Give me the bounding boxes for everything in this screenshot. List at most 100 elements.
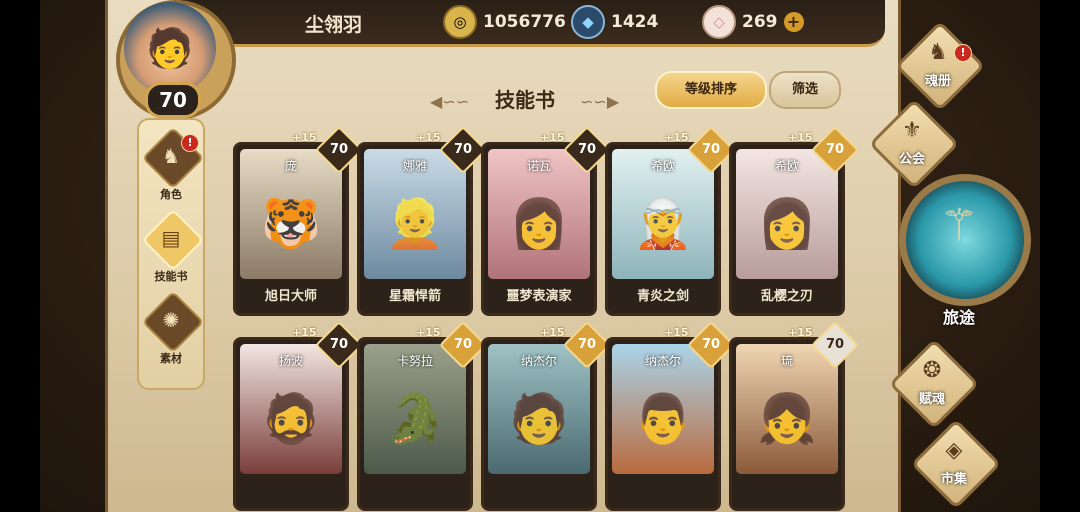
menu-diamond [894,20,986,112]
left-letterbox [0,0,40,512]
card-art: 诺瓦 👩 [488,149,590,279]
crystal-resource: ◆ 1424 [571,5,659,39]
fusion-label: 赋魂 [918,392,945,407]
fusion-button[interactable]: ❂ 赋魂 [888,338,980,430]
enhance-level: +15 [664,131,689,144]
claw-icon: ✺ [162,308,180,332]
card-level: 70 [329,337,349,352]
card-art: 希欧 🧝 [612,149,714,279]
enhance-level: +15 [788,131,813,144]
girl-portrait-icon: 👧 [757,391,817,447]
redhair-portrait-icon: 👨 [633,391,693,447]
guild-emblem-icon: ⚜ [902,118,922,143]
enhance-level: +15 [416,326,441,339]
enhance-level: +15 [664,326,689,339]
swordsman-portrait-icon: 🧝 [633,196,693,252]
journey-button[interactable]: ⚚ 旅途 [895,170,1031,327]
soul-book-button[interactable]: ♞ 魂册 ! [894,20,986,112]
enhance-level: +15 [788,326,813,339]
market-button[interactable]: ◈ 市集 [910,418,1002,510]
gem-market-icon: ◈ [945,438,963,463]
skill-card[interactable]: 纳杰尔 👨 70 +15 [605,320,736,511]
skill-card[interactable]: 纳杰尔 🧑 70 +15 [481,320,612,511]
enhance-level: +15 [292,326,317,339]
nav-item-materials[interactable]: ✺ 素材 [139,290,205,374]
left-nav-panel: ♞ 角色 ! ▤ 技能书 ✺ 素材 [137,118,205,390]
book-icon: ▤ [161,226,181,250]
card-level: 70 [701,337,721,352]
alert-badge: ! [181,134,199,152]
alert-badge: ! [954,44,972,62]
enhance-level: +15 [540,131,565,144]
skill-card[interactable]: 诺瓦 👩 噩梦表演家 70 +15 [481,125,612,316]
skill-card[interactable]: 卡努拉 🐊 70 +15 [357,320,488,511]
sort-by-level-button[interactable]: 等级排序 [655,71,767,109]
enhance-level: +15 [292,131,317,144]
gold-resource: ◎ 1056776 [443,5,566,39]
skill-name: 旭日大师 [264,289,317,304]
skill-card[interactable]: 琉 👧 70 +15 [729,320,860,511]
player-level-badge: 70 [145,82,201,118]
nav-item-character[interactable]: ♞ 角色 ! [139,126,205,210]
blue-crystal-icon: ◆ [571,5,605,39]
crystal-value: 1424 [611,12,659,32]
market-label: 市集 [940,472,967,487]
gem-value: 269 [742,12,778,32]
menu-diamond [910,418,1002,510]
card-level: 70 [701,142,721,157]
skill-card[interactable]: 希欧 🧝 青炎之剑 70 +15 [605,125,736,316]
right-letterbox [1040,0,1080,512]
skill-card[interactable]: 娜雅 👱 星霜悍箭 70 +15 [357,125,488,316]
nav-label-materials: 素材 [160,352,182,365]
card-art: 娜雅 👱 [364,149,466,279]
soul-book-label: 魂册 [924,74,951,89]
gold-coin-icon: ◎ [443,5,477,39]
tiger-portrait-icon: 🐯 [261,196,321,252]
player-name: 尘翎羽 [305,14,363,36]
blade-portrait-icon: 👩 [757,196,817,252]
page-title: 技能书 [495,88,555,112]
skill-name: 星霜悍箭 [388,289,441,304]
title-ornament-left: ◀∽∽ [430,92,470,111]
archer-portrait-icon: 👱 [385,196,445,252]
fighter-portrait-icon: 🧑 [509,391,569,447]
skill-name: 噩梦表演家 [506,289,572,304]
add-gem-button[interactable]: + [783,12,804,32]
skill-card[interactable]: 希欧 👩 乱樱之刃 70 +15 [729,125,860,316]
filter-button[interactable]: 筛选 [769,71,841,109]
nav-label-character: 角色 [160,188,182,201]
guild-label: 公会 [898,152,925,167]
card-art: 庞 🐯 [240,149,342,279]
pink-gem-icon: ◇ [702,5,736,39]
title-ornament-right: ∽∽▶ [580,92,620,111]
skill-card[interactable]: 扬波 🧔 70 +15 [233,320,364,511]
card-art: 琉 👧 [736,344,838,474]
nav-label-skillbook: 技能书 [154,270,188,283]
gem-resource: ◇ 269 + [702,5,804,39]
card-level: 70 [329,142,349,157]
performer-portrait-icon: 👩 [509,196,569,252]
skill-name: 乱樱之刃 [760,289,813,304]
card-art: 卡努拉 🐊 [364,344,466,474]
card-level: 70 [577,337,597,352]
skill-card[interactable]: 庞 🐯 旭日大师 70 +15 [233,125,364,316]
card-level: 70 [825,142,845,157]
card-level: 70 [453,142,473,157]
avatar[interactable]: 🧑 [124,2,216,94]
menu-diamond [888,338,980,430]
gold-value: 1056776 [483,12,566,32]
warrior-portrait-icon: 🧔 [261,391,321,447]
card-level: 70 [453,337,473,352]
enhance-level: +15 [540,326,565,339]
card-level: 70 [577,142,597,157]
card-art: 纳杰尔 🧑 [488,344,590,474]
card-art: 希欧 👩 [736,149,838,279]
skill-name: 青炎之剑 [636,289,689,304]
enhance-level: +15 [416,131,441,144]
card-art: 扬波 🧔 [240,344,342,474]
nav-item-skillbook[interactable]: ▤ 技能书 [139,208,205,292]
journey-label: 旅途 [942,308,975,327]
card-art: 纳杰尔 👨 [612,344,714,474]
spiral-soul-icon: ❂ [922,358,942,383]
trident-emblem-icon: ⚚ [939,200,979,251]
